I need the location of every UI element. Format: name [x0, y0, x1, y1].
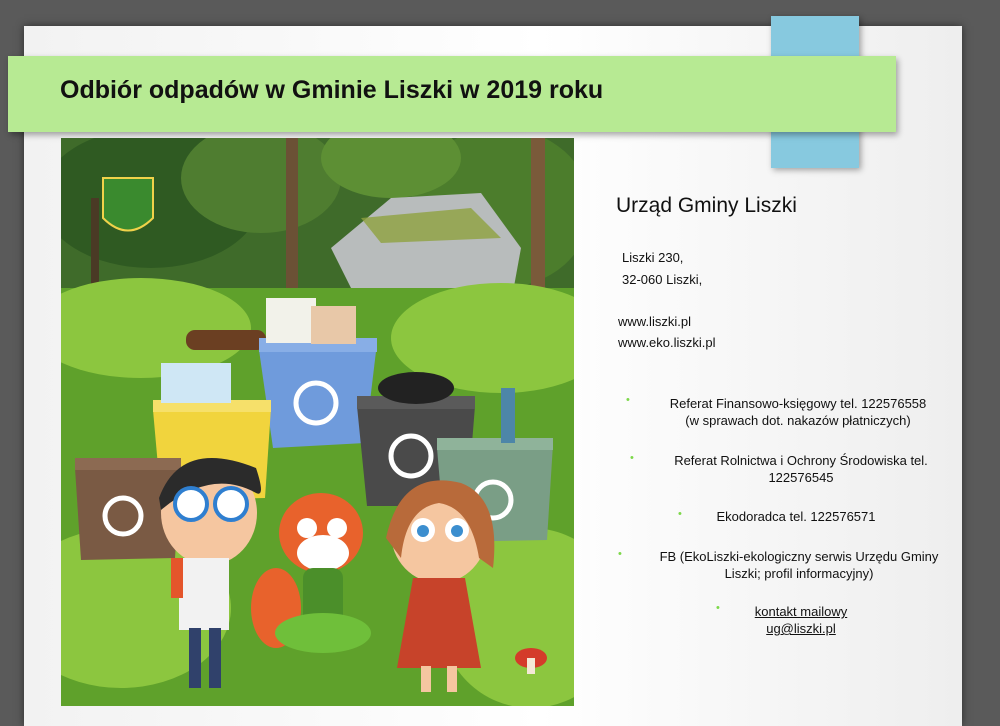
address-line-2: 32-060 Liszki, [622, 272, 703, 287]
contact-line: Ekodoradca tel. 122576571 [716, 509, 876, 524]
bullet-icon: • [626, 394, 630, 406]
bullet-icon: • [618, 548, 622, 560]
contact-line: Referat Rolnictwa i Ochrony Środowiska t… [674, 453, 928, 468]
contact-line: Referat Finansowo-księgowy tel. 12257655… [669, 396, 927, 411]
contact-item: FB (EkoLiszki-ekologiczny serwis Urzędu … [646, 548, 952, 582]
title-banner: Odbiór odpadów w Gminie Liszki w 2019 ro… [8, 56, 896, 132]
website-link-1[interactable]: www.liszki.pl [618, 314, 691, 329]
email-address-link[interactable]: ug@liszki.pl [766, 621, 836, 636]
bullet-icon: • [716, 602, 720, 614]
recycling-illustration [61, 138, 574, 706]
contact-item: Ekodoradca tel. 122576571 [706, 508, 886, 525]
page-title: Odbiór odpadów w Gminie Liszki w 2019 ro… [60, 76, 604, 104]
contact-line: Liszki; profil informacyjny) [724, 566, 874, 581]
email-contact-link[interactable]: kontakt mailowy [755, 604, 847, 619]
contact-line: 122576545 [768, 470, 834, 485]
contact-item: kontakt mailowy ug@liszki.pl [736, 603, 866, 637]
contact-item: Referat Rolnictwa i Ochrony Środowiska t… [656, 452, 946, 486]
contact-item: Referat Finansowo-księgowy tel. 12257655… [656, 395, 940, 429]
website-link-2[interactable]: www.eko.liszki.pl [618, 335, 716, 350]
contact-line: (w sprawach dot. nakazów płatniczych) [685, 413, 911, 428]
contact-line: FB (EkoLiszki-ekologiczny serwis Urzędu … [659, 549, 939, 564]
address-line-1: Liszki 230, [622, 250, 684, 265]
bullet-icon: • [678, 508, 682, 520]
bullet-icon: • [630, 452, 634, 464]
office-name: Urząd Gminy Liszki [616, 194, 797, 217]
